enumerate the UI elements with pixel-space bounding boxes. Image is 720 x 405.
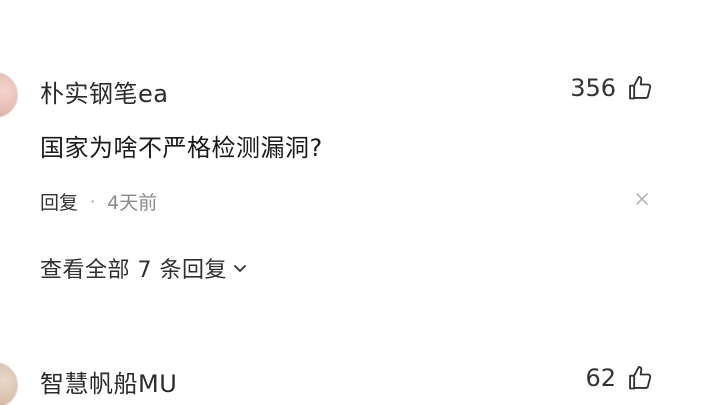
like-button[interactable]: 356 — [570, 74, 654, 102]
close-icon[interactable] — [632, 189, 652, 209]
avatar[interactable] — [0, 72, 18, 118]
avatar[interactable] — [0, 362, 18, 405]
reply-button[interactable]: 回复 — [40, 188, 78, 215]
comment-username[interactable]: 朴实钢笔ea — [40, 74, 168, 109]
comment-meta: 回复 · 4天前 — [40, 188, 157, 215]
comment-text: 国家为啥不严格检测漏洞? — [40, 134, 323, 162]
view-all-replies-button[interactable]: 查看全部 7 条回复 — [40, 252, 249, 284]
comment-username[interactable]: 智慧帆船MU — [40, 364, 177, 399]
like-count: 62 — [585, 364, 616, 392]
like-count: 356 — [570, 74, 616, 102]
meta-separator: · — [90, 192, 96, 211]
comment-timestamp: 4天前 — [107, 192, 158, 214]
like-button[interactable]: 62 — [585, 364, 654, 392]
view-replies-label: 查看全部 7 条回复 — [40, 258, 227, 283]
thumbs-up-icon[interactable] — [626, 74, 654, 102]
chevron-down-icon — [231, 259, 249, 277]
thumbs-up-icon[interactable] — [626, 364, 654, 392]
comments-screen: 朴实钢笔ea 356 国家为啥不严格检测漏洞? 回复 · 4天前 查看全部 7 … — [0, 0, 720, 405]
